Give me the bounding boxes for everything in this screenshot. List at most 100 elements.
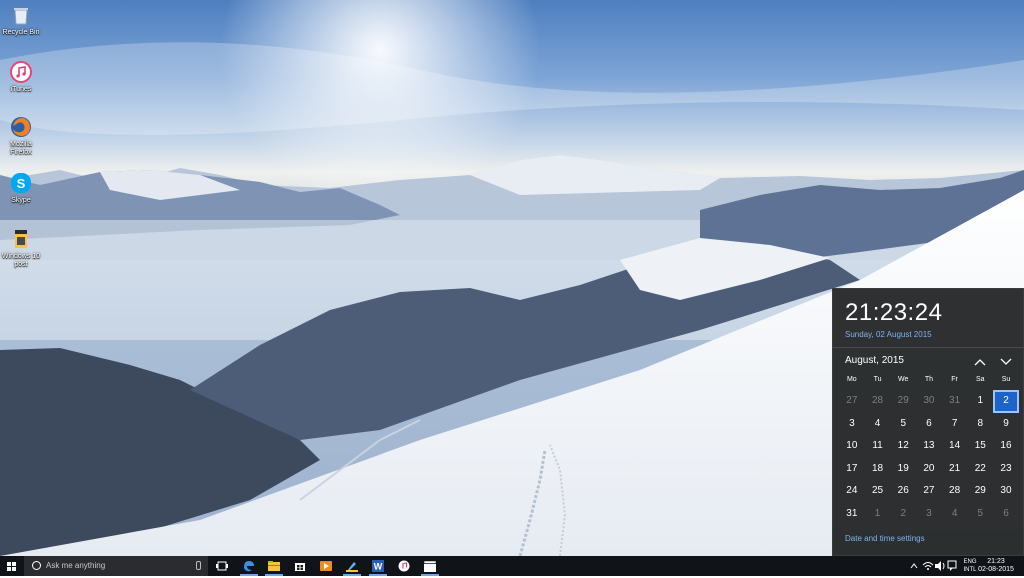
calendar-day[interactable]: 7: [942, 413, 968, 436]
desktop-icon-label: Mozilla Firefox: [10, 141, 32, 156]
calendar-day[interactable]: 4: [942, 503, 968, 526]
calendar-day[interactable]: 27: [839, 390, 865, 413]
calendar-day[interactable]: 18: [865, 458, 891, 481]
calendar-day[interactable]: 29: [890, 390, 916, 413]
calendar-day-grid: 27 28 29 30 31 1 2 3 4 5 6 7 8 9 10 11 12 13 14 15 16 17 18 19 2…: [839, 390, 1019, 526]
microphone-icon[interactable]: [196, 561, 201, 570]
taskbar-itunes[interactable]: [392, 556, 416, 576]
date-time-settings-link[interactable]: Date and time settings: [845, 534, 925, 543]
calendar-day[interactable]: 27: [916, 480, 942, 503]
calendar-day[interactable]: 3: [839, 413, 865, 436]
notification-icon: [947, 560, 957, 571]
calendar-day[interactable]: 17: [839, 458, 865, 481]
action-center-button[interactable]: [946, 556, 958, 576]
calendar-day[interactable]: 31: [839, 503, 865, 526]
paint-icon: [346, 562, 358, 572]
desktop-icon-label: Skype: [11, 197, 31, 204]
current-time: 21:23:24: [845, 299, 943, 326]
chevron-down-icon: [1000, 358, 1012, 365]
previous-month-button[interactable]: [973, 355, 987, 367]
start-button[interactable]: [0, 556, 23, 576]
document-icon: [10, 228, 32, 250]
calendar-day[interactable]: 30: [916, 390, 942, 413]
calendar-day[interactable]: 29: [967, 480, 993, 503]
calendar-day[interactable]: 31: [942, 390, 968, 413]
svg-text:W: W: [374, 562, 383, 572]
calendar-day[interactable]: 22: [967, 458, 993, 481]
calendar-day[interactable]: 5: [890, 413, 916, 436]
taskbar-store[interactable]: [288, 556, 312, 576]
word-icon: W: [372, 560, 384, 572]
month-label[interactable]: August, 2015: [845, 355, 904, 366]
calendar-day[interactable]: 11: [865, 435, 891, 458]
calendar-day[interactable]: 20: [916, 458, 942, 481]
task-view-button[interactable]: [210, 556, 234, 576]
calendar-day[interactable]: 5: [967, 503, 993, 526]
calendar-day[interactable]: 26: [890, 480, 916, 503]
taskbar-date: 02-08-2015: [978, 566, 1014, 573]
desktop-icon-label: Windows 10 post: [1, 253, 41, 268]
wifi-icon: [922, 562, 934, 570]
calendar-day[interactable]: 28: [942, 480, 968, 503]
calendar-day[interactable]: 8: [967, 413, 993, 436]
itunes-icon: [398, 560, 410, 572]
calendar-day[interactable]: 24: [839, 480, 865, 503]
calendar-day[interactable]: 9: [993, 413, 1019, 436]
input-language-indicator[interactable]: ENG INTL: [960, 558, 980, 574]
calendar-day[interactable]: 4: [865, 413, 891, 436]
calendar-day[interactable]: 10: [839, 435, 865, 458]
calendar-day-today[interactable]: 2: [993, 390, 1019, 413]
calendar-day[interactable]: 3: [916, 503, 942, 526]
taskbar-word[interactable]: W: [366, 556, 390, 576]
chevron-up-icon: [910, 563, 918, 569]
calendar-day[interactable]: 6: [916, 413, 942, 436]
itunes-icon: [10, 61, 32, 83]
calendar-day[interactable]: 21: [942, 458, 968, 481]
desktop-icon-firefox[interactable]: Mozilla Firefox: [0, 116, 42, 157]
network-button[interactable]: [922, 556, 934, 576]
cortana-search-box[interactable]: Ask me anything: [24, 556, 208, 576]
calendar-day[interactable]: 2: [890, 503, 916, 526]
calendar-day[interactable]: 14: [942, 435, 968, 458]
calendar-day[interactable]: 16: [993, 435, 1019, 458]
weekday-label: Sa: [976, 376, 985, 383]
desktop-icon-label: Recycle Bin: [2, 29, 40, 36]
desktop-icon-recycle-bin[interactable]: Recycle Bin: [0, 4, 42, 37]
file-explorer-icon: [268, 561, 280, 571]
calendar-day[interactable]: 23: [993, 458, 1019, 481]
taskbar: Ask me anything W ENG INTL 21:23 02-08-2…: [0, 556, 1024, 576]
weekday-label: Mo: [846, 376, 857, 383]
desktop-icon-document[interactable]: Windows 10 post: [0, 228, 42, 269]
divider: [833, 347, 1023, 348]
show-hidden-icons-button[interactable]: [908, 556, 920, 576]
calendar-day[interactable]: 1: [967, 390, 993, 413]
calendar-day[interactable]: 19: [890, 458, 916, 481]
taskbar-file-explorer[interactable]: [262, 556, 286, 576]
taskbar-clock[interactable]: 21:23 02-08-2015: [978, 558, 1014, 574]
desktop-icon-skype[interactable]: S Skype: [0, 172, 42, 205]
calendar-day[interactable]: 13: [916, 435, 942, 458]
taskbar-media-player[interactable]: [314, 556, 338, 576]
calendar-day[interactable]: 12: [890, 435, 916, 458]
cortana-icon: [32, 561, 41, 570]
calendar-day[interactable]: 30: [993, 480, 1019, 503]
taskbar-paint[interactable]: [340, 556, 364, 576]
weekday-label: We: [898, 376, 909, 383]
calendar-day[interactable]: 6: [993, 503, 1019, 526]
calendar-day[interactable]: 25: [865, 480, 891, 503]
taskbar-movie-maker[interactable]: [418, 556, 442, 576]
taskbar-edge[interactable]: [237, 556, 261, 576]
calendar-day[interactable]: 1: [865, 503, 891, 526]
task-view-icon: [216, 561, 228, 571]
clock-calendar-flyout: 21:23:24 Sunday, 02 August 2015 August, …: [832, 288, 1024, 556]
edge-icon: [244, 561, 254, 572]
calendar-day[interactable]: 28: [865, 390, 891, 413]
volume-button[interactable]: [934, 556, 946, 576]
firefox-icon: [10, 116, 32, 138]
desktop-icon-label: iTunes: [10, 86, 32, 93]
media-player-icon: [320, 561, 332, 571]
calendar-day[interactable]: 15: [967, 435, 993, 458]
next-month-button[interactable]: [999, 355, 1013, 367]
desktop-icon-itunes[interactable]: iTunes: [0, 61, 42, 94]
current-date-link[interactable]: Sunday, 02 August 2015: [845, 330, 932, 339]
